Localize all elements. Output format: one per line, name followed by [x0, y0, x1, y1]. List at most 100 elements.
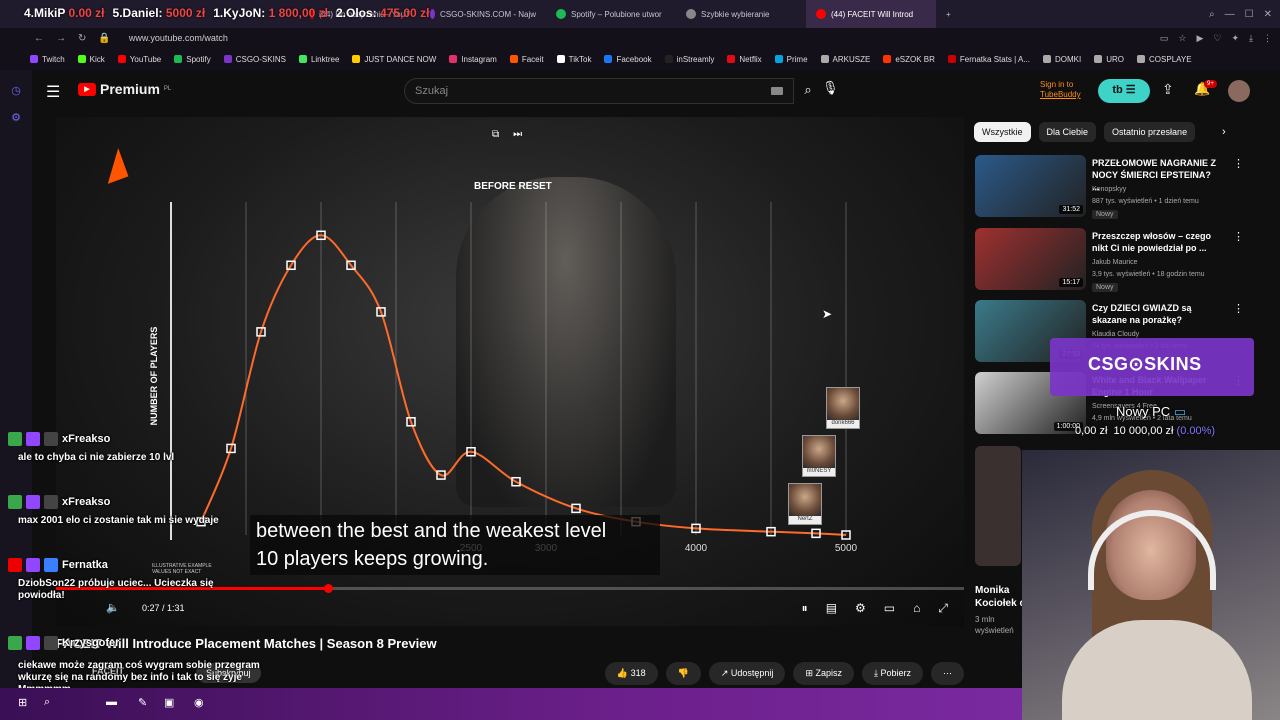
hamburger-menu-icon[interactable]: ☰ — [46, 82, 60, 102]
tab-faceit-video[interactable]: (44) FACEIT Will Introd — [806, 0, 936, 28]
bookmark-icon[interactable]: ☆ — [1178, 33, 1186, 44]
settings-icon[interactable]: ⚙ — [0, 111, 32, 124]
video-player[interactable]: ⧉ ⏭ BEFORE RESET NUMBER OF PLAYERS 25003… — [56, 117, 964, 626]
bookmark-fernatka-stats-a[interactable]: Fernatka Stats | A... — [947, 55, 1030, 64]
bookmark-prime[interactable]: Prime — [774, 55, 808, 64]
close-icon[interactable]: ✕ — [1264, 9, 1272, 20]
video-time: 0:27 / 1:31 — [142, 603, 185, 613]
new-tab-button[interactable]: + — [936, 0, 956, 28]
chip-all[interactable]: Wszystkie — [974, 122, 1031, 142]
keyboard-icon[interactable] — [771, 87, 783, 95]
search-icon[interactable]: ⌕ — [44, 696, 50, 709]
tab-csgo-skins[interactable]: CSGO-SKINS.COM - Najw — [420, 0, 546, 28]
chat-message: Krzysgofer ciekawe może zagram coś wygra… — [8, 636, 278, 696]
microphone-icon[interactable]: 🎙 — [822, 80, 839, 96]
dislike-button[interactable]: 👎 — [665, 662, 701, 685]
rec-title-monika[interactable]: Monika Kociołek c — [975, 584, 1025, 610]
bookmark-icon — [947, 55, 956, 63]
bookmark-cosplaye[interactable]: COSPLAYE — [1137, 55, 1192, 64]
more-options-icon[interactable]: ⋮ — [1233, 302, 1244, 315]
heart-icon[interactable]: ♡ — [1213, 33, 1221, 44]
volume-icon[interactable]: 🔈 — [106, 601, 120, 614]
steam-icon[interactable]: ◉ — [194, 696, 204, 709]
rec-thumbnail[interactable]: 31:52 — [975, 155, 1086, 217]
epic-icon[interactable]: ▣ — [164, 696, 174, 709]
bookmark-just-dance-now[interactable]: JUST DANCE NOW — [352, 55, 436, 64]
subscriber-badge-icon — [26, 636, 40, 650]
more-options-icon[interactable]: ⋮ — [1233, 230, 1244, 243]
back-icon[interactable]: ← — [34, 33, 44, 44]
spotify-icon — [556, 9, 566, 19]
save-button[interactable]: ⊞ Zapisz — [793, 662, 854, 685]
rec-thumbnail-monika[interactable] — [975, 446, 1021, 566]
tab-spotify[interactable]: Spotify – Polubione utwor — [546, 0, 676, 28]
forward-icon[interactable]: → — [56, 33, 66, 44]
settings-gear-icon[interactable]: ⚙ — [855, 601, 866, 616]
bookmark-eszok-br[interactable]: eSZOK BR — [883, 55, 935, 64]
play-icon[interactable]: ▶ — [1196, 33, 1203, 44]
cast-icon[interactable]: ⌂ — [913, 601, 920, 616]
rec-title[interactable]: Czy DZIECI GWIAZD są skazane na porażkę? — [1092, 302, 1220, 326]
subtitles-icon[interactable]: ▤ — [826, 601, 837, 616]
tab-speed-dial[interactable]: Szybkie wybieranie — [676, 0, 806, 28]
avatar[interactable] — [1228, 80, 1250, 102]
upload-icon[interactable]: ⇪ — [1162, 81, 1174, 98]
csgo-skins-logo: CSG⊙SKINS — [1088, 354, 1202, 374]
rec-thumbnail[interactable]: 15:17 — [975, 228, 1086, 290]
minimize-icon[interactable]: — — [1225, 9, 1235, 20]
bookmark-spotify[interactable]: Spotify — [174, 55, 211, 64]
bookmark-instreamly[interactable]: inStreamly — [664, 55, 714, 64]
bookmark-icon — [774, 55, 783, 63]
chip-recent[interactable]: Ostatnio przesłane — [1104, 122, 1196, 142]
bookmark-kick[interactable]: Kick — [77, 55, 105, 64]
more-actions-icon[interactable]: ⋯ — [931, 662, 964, 685]
bookmark-csgo-skins[interactable]: CSGO-SKINS — [223, 55, 286, 64]
reload-icon[interactable]: ↻ — [78, 33, 86, 44]
download-icon[interactable]: ⤓ — [1249, 33, 1253, 44]
fullscreen-icon[interactable]: ⤢ — [938, 601, 948, 616]
bookmark-domki[interactable]: DOMKI — [1043, 55, 1081, 64]
history-icon[interactable]: ◷ — [0, 84, 32, 97]
url-field[interactable]: www.youtube.com/watch — [129, 33, 228, 43]
bookmark-twitch[interactable]: Twitch — [30, 55, 65, 64]
rec-title[interactable]: Przeszczep włosów – czego nikt Ci nie po… — [1092, 230, 1220, 254]
bookmark-arkusze[interactable]: ARKUSZE — [820, 55, 870, 64]
more-options-icon[interactable]: ⋮ — [1233, 157, 1244, 170]
recommendation-item[interactable]: 31:52 PRZEŁOMOWE NAGRANIE Z NOCY ŚMIERCI … — [975, 155, 1244, 219]
bookmark-instagram[interactable]: Instagram — [449, 55, 497, 64]
autoplay-toggle-icon[interactable]: ⏸ — [802, 601, 808, 616]
bookmark-netflix[interactable]: Netflix — [727, 55, 762, 64]
chip-for-you[interactable]: Dla Ciebie — [1038, 122, 1097, 142]
search-tabs-icon[interactable]: ⌕ — [1209, 9, 1215, 20]
menu-icon[interactable]: ⋮ — [1263, 33, 1272, 44]
youtube-logo[interactable]: ▶ Premium PL — [78, 81, 171, 97]
puzzle-icon[interactable]: ✦ — [1231, 33, 1239, 44]
bookmark-uro[interactable]: URO — [1094, 55, 1124, 64]
download-button[interactable]: ⤓ Pobierz — [862, 662, 923, 685]
start-icon[interactable]: ⊞ — [18, 696, 27, 709]
bookmark-icon — [1137, 55, 1146, 63]
bookmark-facebook[interactable]: Facebook — [604, 55, 652, 64]
tubebuddy-button[interactable]: tb ☰ — [1098, 79, 1150, 103]
progress-scrubber[interactable] — [324, 584, 333, 593]
search-icon[interactable]: ⌕ — [794, 78, 822, 104]
bookmark-faceit[interactable]: Faceit — [509, 55, 544, 64]
file-explorer-icon[interactable]: ▬ — [106, 696, 117, 708]
chevron-right-icon[interactable]: › — [1222, 126, 1226, 138]
maximize-icon[interactable]: ☐ — [1245, 9, 1254, 20]
screenshot-icon[interactable]: ▭ — [1160, 33, 1169, 44]
bookmark-linktree[interactable]: Linktree — [298, 55, 339, 64]
recommendation-item[interactable]: 15:17 Przeszczep włosów – czego nikt Ci n… — [975, 228, 1244, 292]
rec-channel[interactable]: Jakub Maurice — [1092, 258, 1138, 268]
share-button[interactable]: ↗ Udostępnij — [708, 662, 786, 685]
bookmark-tiktok[interactable]: TikTok — [556, 55, 591, 64]
like-button[interactable]: 👍 318 — [604, 662, 658, 685]
search-input[interactable]: Szukaj — [404, 78, 794, 104]
rec-duration: 15:17 — [1059, 278, 1083, 287]
tubebuddy-signin[interactable]: Sign in to TubeBuddy — [1040, 80, 1081, 100]
rec-duration: 31:52 — [1059, 205, 1083, 214]
rec-channel[interactable]: Konopskyy — [1092, 185, 1126, 195]
bookmark-youtube[interactable]: YouTube — [117, 55, 161, 64]
theater-mode-icon[interactable]: ▭ — [884, 601, 895, 616]
app-icon[interactable]: ✎ — [138, 696, 147, 709]
